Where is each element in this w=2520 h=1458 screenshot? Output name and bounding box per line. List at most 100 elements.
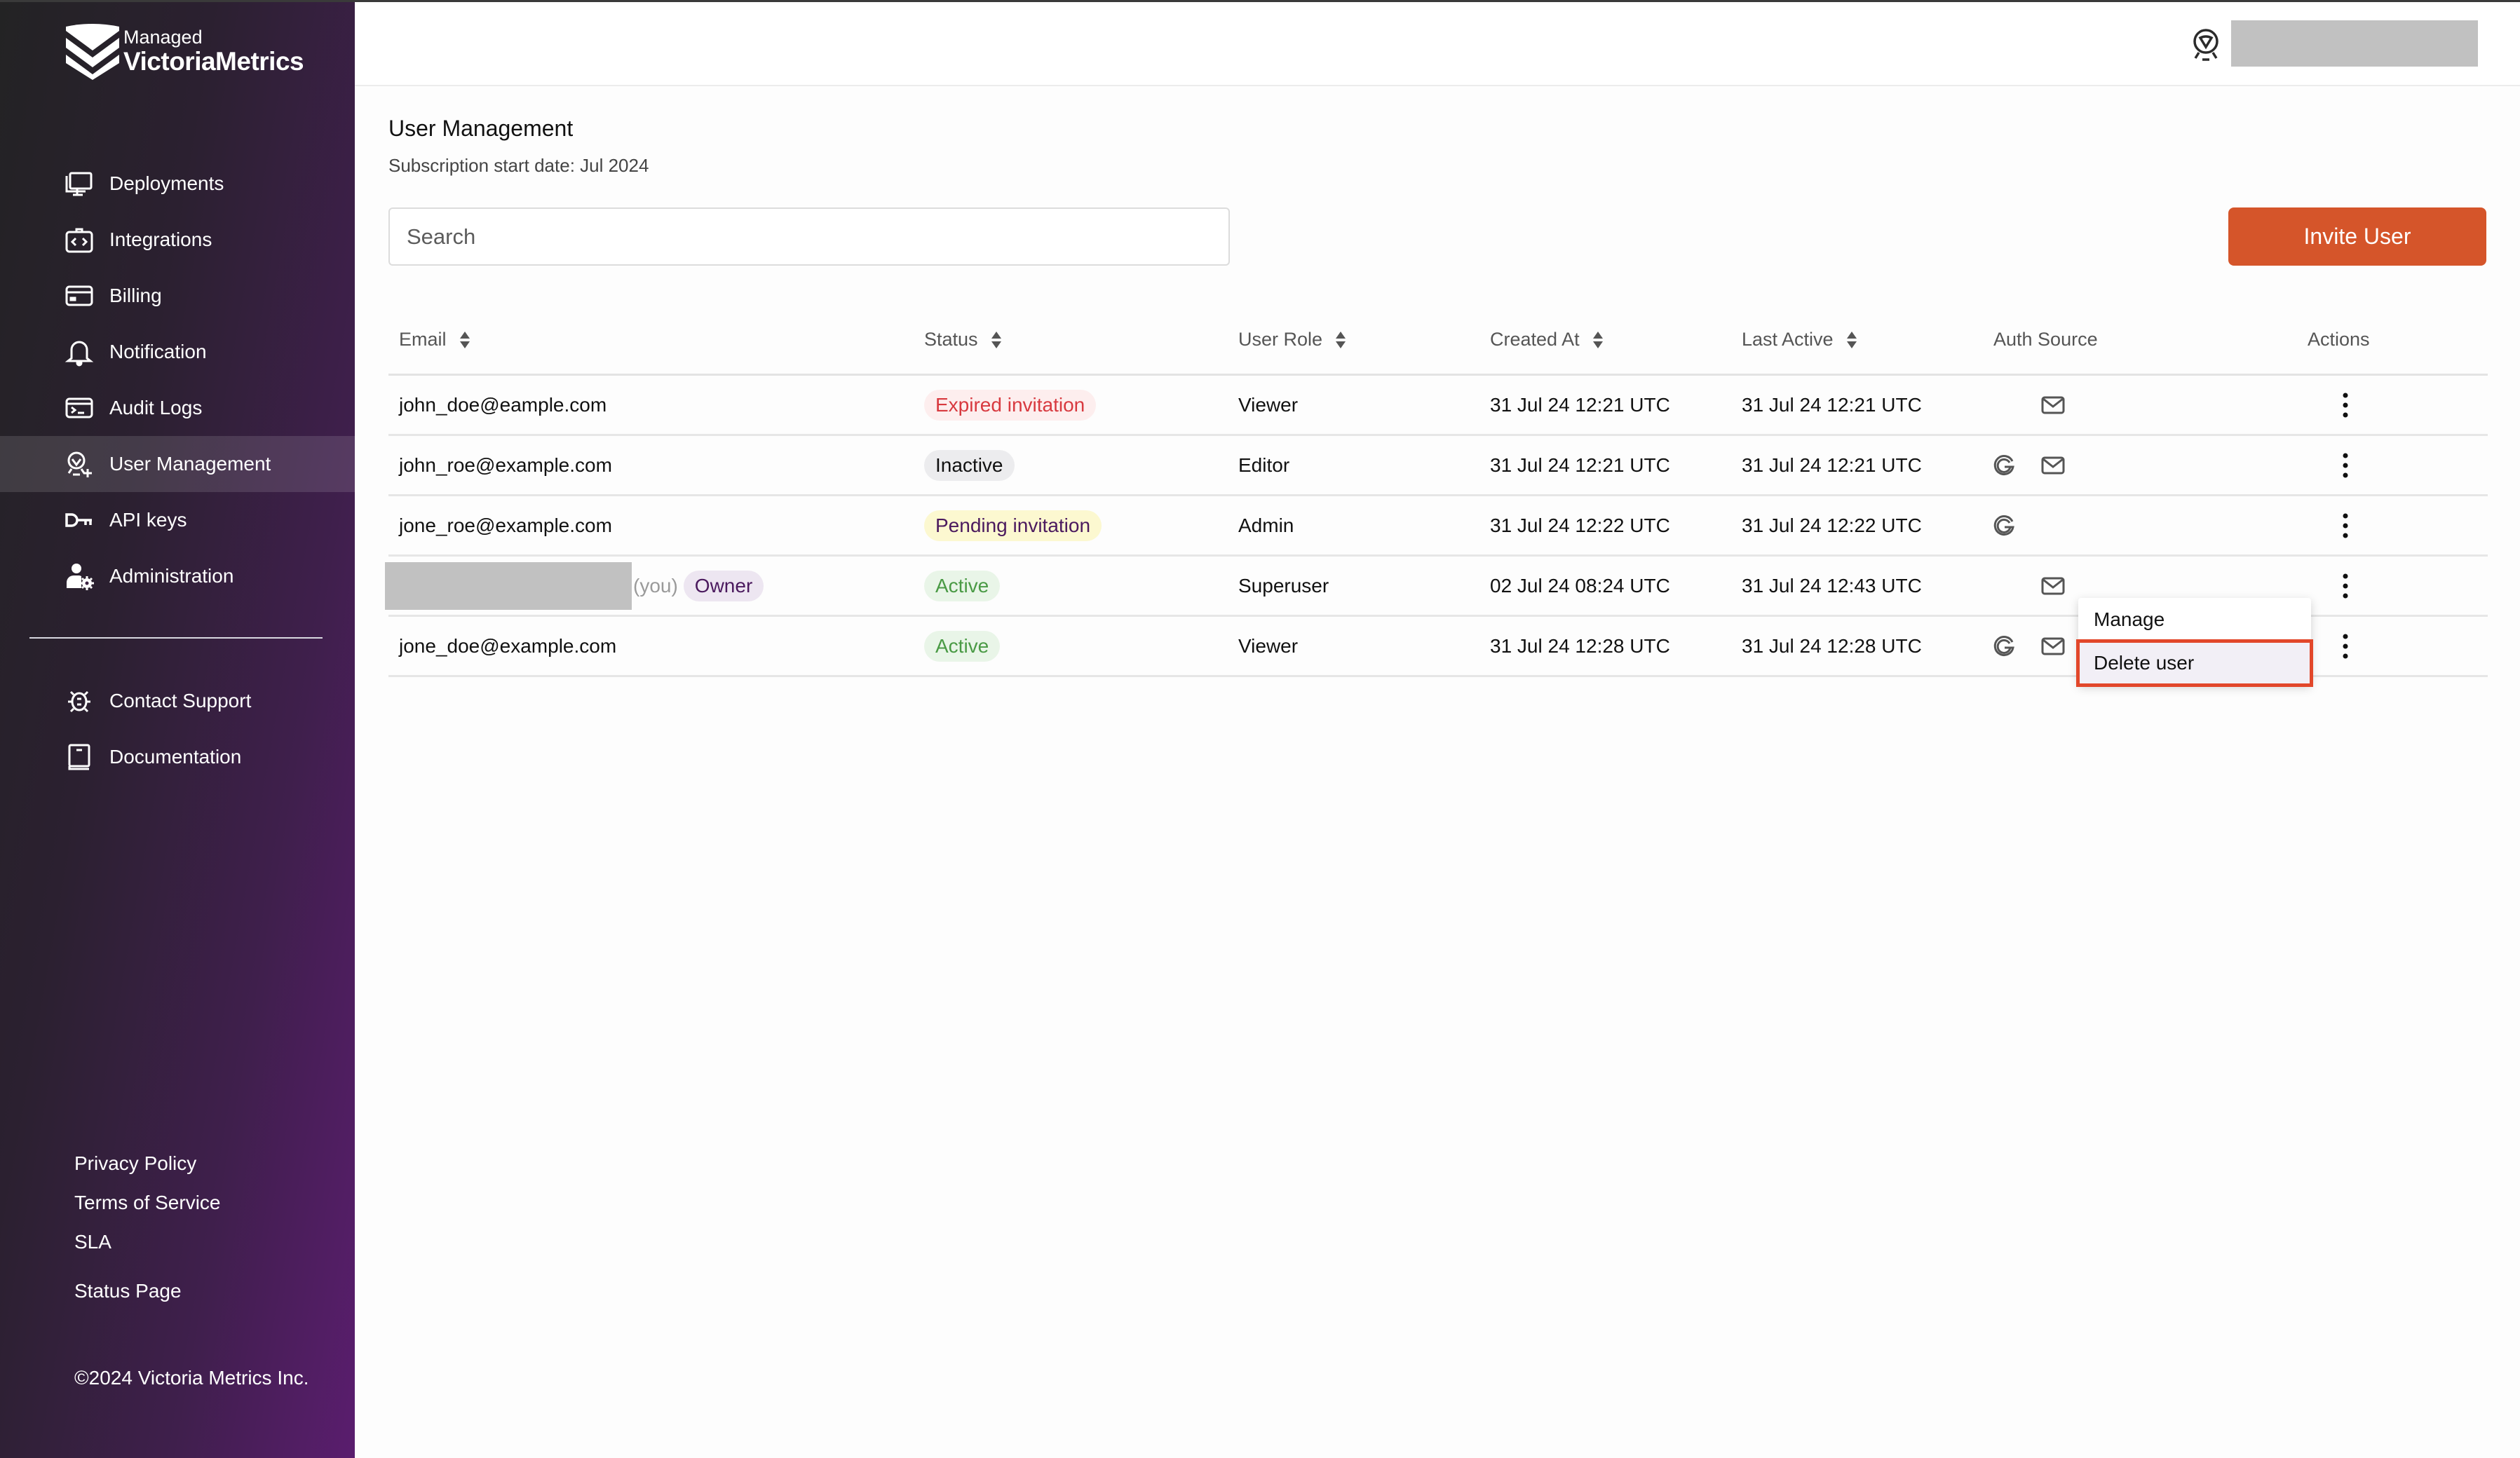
sidebar-item-api-keys[interactable]: API keys [0, 492, 355, 548]
created-at-cell: 31 Jul 24 12:21 UTC [1490, 454, 1670, 476]
terminal-icon [65, 393, 94, 423]
kebab-menu-icon [2343, 453, 2348, 477]
brand-logo[interactable]: Managed VictoriaMetrics [65, 22, 304, 80]
created-at-cell: 31 Jul 24 12:22 UTC [1490, 514, 1670, 536]
more-actions-button[interactable] [2335, 571, 2356, 601]
auth-source-cell [1991, 496, 2017, 554]
table-header: Email Status User Role Created At Last A… [388, 308, 2488, 376]
sidebar-item-audit-logs[interactable]: Audit Logs [0, 380, 355, 436]
sidebar-item-notification[interactable]: Notification [0, 324, 355, 380]
auth-source-cell [2040, 557, 2066, 615]
last-active-cell: 31 Jul 24 12:43 UTC [1742, 574, 1922, 597]
sidebar: Managed VictoriaMetrics Deployments Inte… [0, 0, 355, 1458]
sort-icon [1336, 331, 1346, 348]
role-cell: Superuser [1238, 574, 1329, 597]
status-badge: Inactive [924, 449, 1015, 481]
column-header-last-active[interactable]: Last Active [1742, 329, 1857, 350]
auth-source-cell [1991, 617, 2066, 675]
menu-item-delete-user[interactable]: Delete user [2076, 639, 2313, 687]
actions-cell [2335, 557, 2356, 615]
sidebar-footer-links: Privacy Policy Terms of Service SLA Stat… [74, 1150, 221, 1316]
column-label: Created At [1490, 329, 1580, 350]
status-cell: Pending invitation [924, 496, 1102, 554]
more-actions-button[interactable] [2335, 510, 2356, 541]
actions-dropdown-menu: Manage Delete user [2076, 598, 2313, 687]
table-row: john_doe@eample.com Expired invitation V… [388, 376, 2488, 436]
column-label: Email [399, 329, 447, 350]
sidebar-divider [29, 637, 323, 639]
role-cell: Viewer [1238, 393, 1299, 416]
mail-icon [2041, 637, 2065, 655]
email-redacted [385, 561, 632, 610]
sort-icon [991, 331, 1001, 348]
table-row: jone_roe@example.com Pending invitation … [388, 496, 2488, 557]
kebab-menu-icon [2343, 634, 2348, 658]
last-active-cell: 31 Jul 24 12:22 UTC [1742, 514, 1922, 536]
sort-icon [1592, 331, 1603, 348]
status-badge: Active [924, 570, 1001, 601]
sidebar-item-label: Billing [109, 285, 162, 306]
search-input[interactable] [388, 207, 1230, 266]
sidebar-item-contact-support[interactable]: Contact Support [0, 673, 355, 729]
sidebar-item-deployments[interactable]: Deployments [0, 156, 355, 212]
status-cell: Active [924, 557, 1001, 615]
mail-icon [2041, 456, 2065, 474]
email-cell: jone_roe@example.com [399, 514, 612, 536]
status-cell: Inactive [924, 436, 1015, 494]
sidebar-item-label: Notification [109, 341, 207, 362]
status-page-link[interactable]: Status Page [74, 1277, 221, 1316]
sla-link[interactable]: SLA [74, 1228, 221, 1267]
kebab-menu-icon [2343, 573, 2348, 598]
status-cell: Active [924, 617, 1001, 675]
column-header-email[interactable]: Email [399, 329, 470, 350]
auth-source-cell [1991, 436, 2066, 494]
role-cell: Viewer [1238, 634, 1299, 657]
more-actions-button[interactable] [2335, 450, 2356, 481]
column-header-created-at[interactable]: Created At [1490, 329, 1604, 350]
created-at-cell: 31 Jul 24 12:28 UTC [1490, 634, 1670, 657]
terms-of-service-link[interactable]: Terms of Service [74, 1189, 221, 1228]
footer-gap [74, 1267, 221, 1277]
more-actions-button[interactable] [2335, 390, 2356, 421]
brand-line1: Managed [123, 27, 203, 48]
kebab-menu-icon [2343, 513, 2348, 538]
bell-icon [65, 337, 94, 367]
sort-icon [459, 331, 470, 348]
sidebar-item-label: Integrations [109, 229, 212, 250]
created-at-cell: 31 Jul 24 12:21 UTC [1490, 393, 1670, 416]
menu-item-manage[interactable]: Manage [2078, 598, 2311, 641]
more-actions-button[interactable] [2335, 631, 2356, 662]
last-active-cell: 31 Jul 24 12:21 UTC [1742, 454, 1922, 476]
sidebar-item-user-management[interactable]: User Management [0, 436, 355, 492]
email-cell: (you) Owner [385, 557, 764, 615]
email-cell: john_doe@eample.com [399, 393, 607, 416]
sidebar-item-administration[interactable]: Administration [0, 548, 355, 604]
column-header-actions: Actions [2308, 329, 2370, 350]
invite-user-button[interactable]: Invite User [2228, 207, 2486, 266]
table-row: john_roe@example.com Inactive Editor 31 … [388, 436, 2488, 496]
actions-cell [2335, 496, 2356, 554]
owner-badge: Owner [683, 570, 764, 601]
sidebar-item-integrations[interactable]: Integrations [0, 212, 355, 268]
user-badge-icon[interactable] [2190, 27, 2221, 62]
sidebar-item-label: Contact Support [109, 690, 252, 711]
google-icon [1993, 515, 2014, 536]
main-content: User Management Subscription start date:… [355, 86, 2520, 1458]
page-title: User Management [388, 116, 574, 141]
user-gear-icon [65, 561, 94, 591]
sidebar-item-label: API keys [109, 509, 187, 531]
credit-card-icon [65, 281, 94, 311]
google-icon [1993, 454, 2014, 475]
sidebar-item-documentation[interactable]: Documentation [0, 729, 355, 785]
status-cell: Expired invitation [924, 376, 1097, 434]
sidebar-item-billing[interactable]: Billing [0, 268, 355, 324]
user-name-redacted[interactable] [2231, 20, 2478, 67]
privacy-policy-link[interactable]: Privacy Policy [74, 1150, 221, 1189]
sidebar-secondary-nav: Contact Support Documentation [0, 673, 355, 785]
column-label: User Role [1238, 329, 1323, 350]
sidebar-item-label: Administration [109, 565, 234, 587]
column-header-status[interactable]: Status [924, 329, 1002, 350]
last-active-cell: 31 Jul 24 12:28 UTC [1742, 634, 1922, 657]
google-icon [1993, 635, 2014, 656]
column-header-user-role[interactable]: User Role [1238, 329, 1346, 350]
